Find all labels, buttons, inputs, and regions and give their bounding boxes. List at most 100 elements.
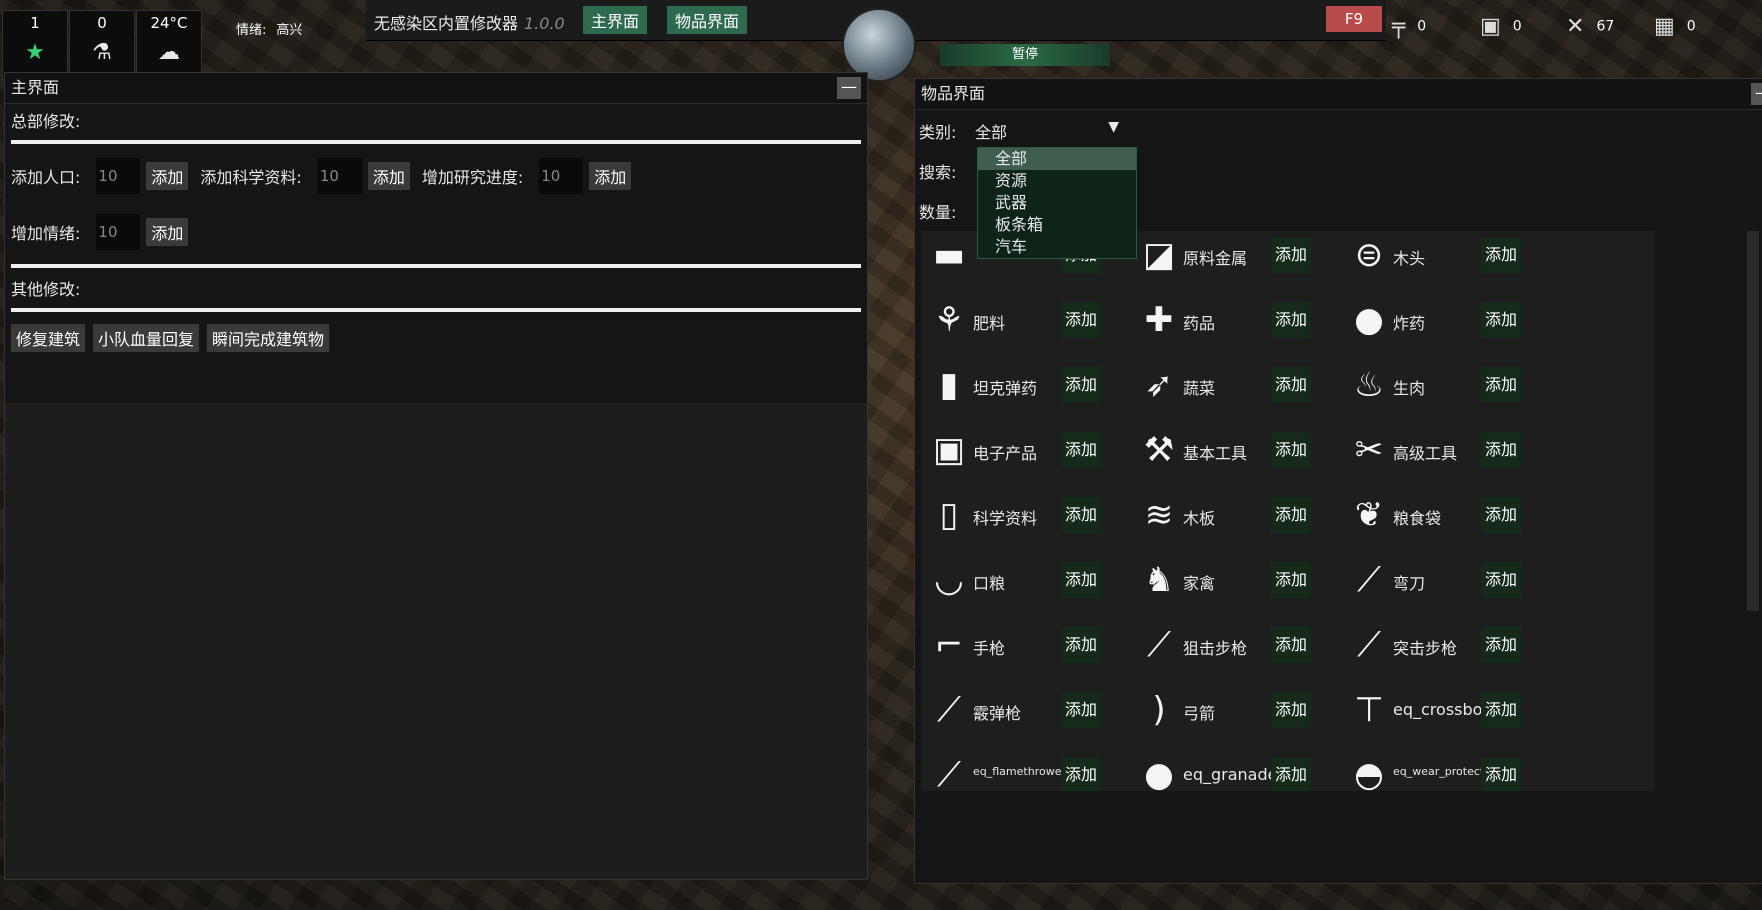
globe-icon[interactable] <box>842 8 916 82</box>
add-population-button[interactable]: 添加 <box>146 162 189 190</box>
add-item-button[interactable]: 添加 <box>1271 692 1311 728</box>
add-item-button[interactable]: 添加 <box>1481 497 1521 533</box>
field-label: 添加人口: <box>11 168 81 187</box>
add-item-button[interactable]: 添加 <box>1481 237 1521 273</box>
item-cell: ⟋ 狙击步枪 添加 <box>1131 615 1317 673</box>
resource-tools: ✕ 67 <box>1566 14 1614 39</box>
add-item-button[interactable]: 添加 <box>1481 562 1521 598</box>
add-item-button[interactable]: 添加 <box>1061 367 1101 403</box>
population-input[interactable] <box>96 158 141 194</box>
add-research-button[interactable]: 添加 <box>589 162 632 190</box>
item-cell: ● eq_granades 添加 <box>1131 745 1317 791</box>
add-item-button[interactable]: 添加 <box>1271 757 1311 791</box>
divider <box>11 140 861 144</box>
collapse-button[interactable]: — <box>1751 83 1762 105</box>
bomb-icon: ● <box>1354 300 1384 340</box>
item-name: 炸药 <box>1393 314 1426 333</box>
add-item-button[interactable]: 添加 <box>1271 432 1311 468</box>
item-cell: ▣ 电子产品 添加 <box>921 420 1107 478</box>
research-input[interactable] <box>539 158 584 194</box>
items-panel-header[interactable]: 物品界面 — <box>915 79 1762 110</box>
hud-population[interactable]: 1 ★ <box>2 10 68 80</box>
advanced-tools-icon: ✂ <box>1354 430 1384 470</box>
main-panel-header[interactable]: 主界面 — <box>5 73 867 104</box>
resource-fuel: ▣ 0 <box>1480 14 1522 39</box>
quantity-label: 数量: <box>919 203 957 222</box>
add-item-button[interactable]: 添加 <box>1061 562 1101 598</box>
instant-build-button[interactable]: 瞬间完成建筑物 <box>207 324 330 352</box>
item-name: 家禽 <box>1183 574 1216 593</box>
item-cell: ◪ 原料金属 添加 <box>1131 231 1317 283</box>
item-cell: ⟋ 霰弹枪 添加 <box>921 680 1107 738</box>
pot-icon: ◡ <box>934 560 964 600</box>
add-item-button[interactable]: 添加 <box>1481 627 1521 663</box>
item-grid-scrollbar[interactable] <box>1747 231 1759 611</box>
heal-squad-button[interactable]: 小队血量回复 <box>93 324 200 352</box>
add-item-button[interactable]: 添加 <box>1271 627 1311 663</box>
add-item-button[interactable]: 添加 <box>1271 562 1311 598</box>
add-item-button[interactable]: 添加 <box>1061 692 1101 728</box>
item-cell: ● 炸药 添加 <box>1341 290 1527 348</box>
other-section-title: 其他修改: <box>11 280 81 299</box>
add-mood-button[interactable]: 添加 <box>146 218 189 246</box>
item-name: 基本工具 <box>1183 444 1248 463</box>
mood-input[interactable] <box>96 214 141 250</box>
item-name: 弯刀 <box>1393 574 1426 593</box>
mod-version: 1.0.0 <box>524 14 565 33</box>
star-icon: ★ <box>25 40 45 65</box>
dropdown-option[interactable]: 武器 <box>978 192 1136 214</box>
science-input[interactable] <box>317 158 362 194</box>
main-panel: 主界面 — 总部修改: 添加人口: 添加 添加科学资料: 添加 增加研究进度: … <box>4 72 868 880</box>
add-item-button[interactable]: 添加 <box>1271 302 1311 338</box>
action-buttons: 修复建筑 小队血量回复 瞬间完成建筑物 <box>5 316 867 366</box>
mood-indicator: 情绪: 高兴 <box>236 19 302 38</box>
resource-value: 67 <box>1596 18 1615 35</box>
repair-buildings-button[interactable]: 修复建筑 <box>11 324 86 352</box>
dropdown-option[interactable]: 全部 <box>978 148 1136 170</box>
tab-items[interactable]: 物品界面 <box>667 6 748 34</box>
resource-weapons: ╤ 0 <box>1392 14 1426 39</box>
metal-icon: ◪ <box>1142 235 1176 275</box>
population-count: 1 <box>30 14 40 32</box>
add-item-button[interactable]: 添加 <box>1061 627 1101 663</box>
category-value: 全部 <box>975 123 1008 142</box>
item-cell: ⟋ eq_flamethrower 添加 <box>921 745 1107 791</box>
wheat-icon: ❦ <box>1354 495 1384 535</box>
add-item-button[interactable]: 添加 <box>1271 497 1311 533</box>
sniper-rifle-icon: ⟋ <box>1147 625 1171 665</box>
add-item-button[interactable]: 添加 <box>1481 432 1521 468</box>
items-panel: 物品界面 — 类别: 全部 ▼ 全部 资源 武器 板条箱 汽车 搜索: 数量: … <box>914 78 1762 884</box>
collapse-button[interactable]: — <box>837 77 861 99</box>
hud-science[interactable]: 0 ⚗ <box>69 10 135 80</box>
category-select[interactable]: 全部 ▼ <box>975 119 1125 143</box>
add-item-button[interactable]: 添加 <box>1061 432 1101 468</box>
fertilizer-icon: ⚘ <box>933 300 965 340</box>
chicken-icon: ♞ <box>1143 560 1175 600</box>
add-item-button[interactable]: 添加 <box>1481 692 1521 728</box>
book-icon: ▯ <box>939 495 959 535</box>
mod-title-text: 无感染区内置修改器 <box>374 14 519 33</box>
item-name: 口粮 <box>973 574 1006 593</box>
add-item-button[interactable]: 添加 <box>1061 757 1101 791</box>
dropdown-option[interactable]: 板条箱 <box>978 214 1136 236</box>
add-item-button[interactable]: 添加 <box>1061 497 1101 533</box>
dropdown-option[interactable]: 资源 <box>978 170 1136 192</box>
hotkey-badge[interactable]: F9 <box>1326 6 1382 32</box>
resource-value: 0 <box>1686 18 1696 35</box>
add-item-button[interactable]: 添加 <box>1271 237 1311 273</box>
add-item-button[interactable]: 添加 <box>1061 302 1101 338</box>
item-cell: ) 弓箭 添加 <box>1131 680 1317 738</box>
add-item-button[interactable]: 添加 <box>1481 367 1521 403</box>
basic-tools-icon: ⚒ <box>1143 430 1175 470</box>
category-dropdown: 全部 资源 武器 板条箱 汽车 <box>977 147 1137 259</box>
add-science-button[interactable]: 添加 <box>367 162 410 190</box>
item-cell: ≋ 木板 添加 <box>1131 485 1317 543</box>
pause-button[interactable]: 暂停 <box>940 44 1110 66</box>
dropdown-option[interactable]: 汽车 <box>978 236 1136 258</box>
add-item-button[interactable]: 添加 <box>1481 302 1521 338</box>
mood-field-row: 增加情绪: 添加 <box>5 204 867 260</box>
hud-weather[interactable]: 24°C ☁ <box>136 10 202 80</box>
add-item-button[interactable]: 添加 <box>1481 757 1521 791</box>
tab-main[interactable]: 主界面 <box>583 6 648 34</box>
add-item-button[interactable]: 添加 <box>1271 367 1311 403</box>
